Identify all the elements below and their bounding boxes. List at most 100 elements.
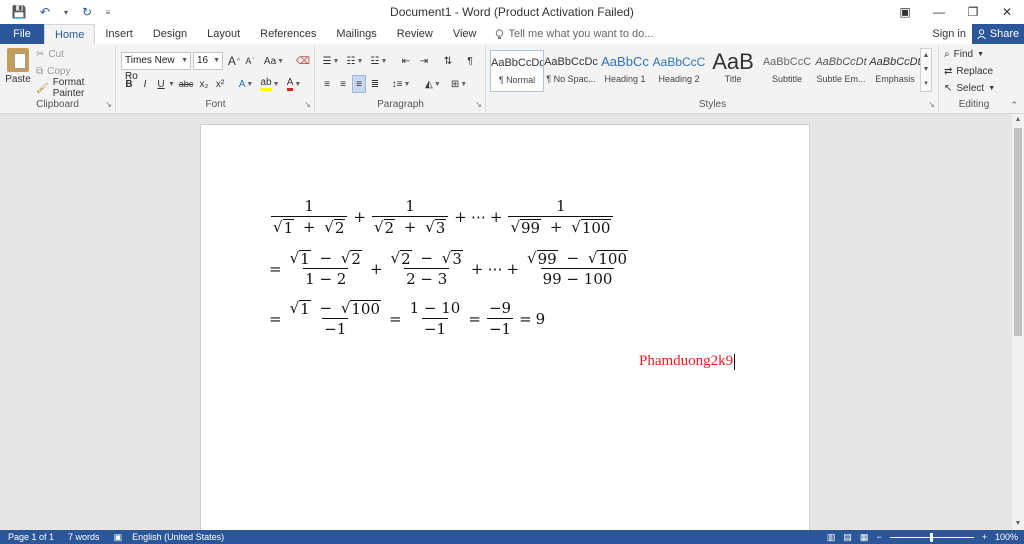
zoom-slider-thumb[interactable] — [930, 532, 934, 542]
web-layout-icon[interactable]: ▦ — [860, 532, 869, 543]
grow-font-button[interactable]: A ^ — [227, 52, 241, 70]
zoom-slider[interactable] — [889, 532, 974, 542]
styles-scroll[interactable]: ▲ ▼ ▾ — [920, 48, 932, 92]
font-size-box[interactable]: 16 ▼ — [193, 52, 223, 70]
font-color-button[interactable]: A ▼ — [283, 75, 305, 93]
down-caret-icon: ˇ — [252, 57, 255, 65]
minimize-icon[interactable]: — — [922, 0, 956, 24]
tell-me-box[interactable]: Tell me what you want to do... — [495, 24, 653, 44]
tab-insert[interactable]: Insert — [95, 24, 143, 44]
decrease-indent-icon[interactable]: ⇤ — [398, 52, 414, 70]
tab-design[interactable]: Design — [143, 24, 197, 44]
tab-layout[interactable]: Layout — [197, 24, 250, 44]
clipboard-icon — [7, 48, 29, 72]
tab-references[interactable]: References — [250, 24, 326, 44]
redo-icon[interactable]: ↻ — [76, 1, 98, 23]
style-heading-1[interactable]: AaBbCc Heading 1 — [598, 50, 652, 92]
font-name-box[interactable]: Times New Ro ▼ — [121, 52, 191, 82]
style-name: Subtitle — [771, 74, 803, 84]
shading-button[interactable]: ◭ ▼ — [422, 75, 444, 93]
undo-dropdown-icon[interactable]: ▾ — [60, 8, 72, 17]
more-styles-icon[interactable]: ▾ — [921, 77, 931, 91]
align-right-icon[interactable]: ≡ — [352, 75, 366, 93]
styles-launcher-icon[interactable]: ↘ — [928, 100, 935, 109]
align-center-icon[interactable]: ≡ — [336, 75, 350, 93]
shrink-font-button[interactable]: Aˇ — [243, 52, 257, 70]
style-title[interactable]: AaB Title — [706, 50, 760, 92]
language-status[interactable]: English (United States) — [132, 532, 224, 542]
style-subtitle[interactable]: AaBbCcC Subtitle — [760, 50, 814, 92]
undo-icon[interactable]: ↶ — [34, 1, 56, 23]
justify-icon[interactable]: ≣ — [368, 75, 382, 93]
scroll-down-icon[interactable]: ▼ — [1012, 518, 1024, 530]
tab-view[interactable]: View — [443, 24, 487, 44]
collapse-ribbon-icon[interactable]: ⌃ — [1010, 100, 1018, 111]
restore-icon[interactable]: ❐ — [956, 0, 990, 24]
cut-button[interactable]: ✂ Cut — [36, 46, 64, 62]
numbering-button[interactable]: ☷ ▼ — [344, 52, 366, 70]
document-page[interactable]: 1 √ 1 + √ 2 + 1 √ 2 + √ 3 + ⋯ + 1 √ 99 +… — [200, 124, 810, 544]
chevron-down-icon[interactable]: ▼ — [921, 63, 931, 77]
tab-review[interactable]: Review — [387, 24, 443, 44]
change-case-button[interactable]: Aa ▼ — [263, 52, 285, 70]
format-painter-button[interactable]: 🖌 Format Painter — [36, 77, 115, 99]
underline-dropdown-icon[interactable]: ▼ — [167, 75, 175, 93]
scrollbar-thumb[interactable] — [1014, 128, 1022, 336]
style-heading-2[interactable]: AaBbCcC Heading 2 — [652, 50, 706, 92]
text-effects-button[interactable]: A ▼ — [235, 75, 257, 93]
subscript-button[interactable]: x₂ — [197, 75, 211, 93]
tab-file[interactable]: File — [0, 24, 44, 44]
paragraph-launcher-icon[interactable]: ↘ — [475, 100, 482, 109]
sign-in-link[interactable]: Sign in — [932, 24, 966, 44]
tab-home[interactable]: Home — [44, 24, 96, 44]
strikethrough-button[interactable]: abc — [177, 75, 195, 93]
ribbon-display-options-icon[interactable]: ▣ — [888, 0, 922, 24]
ribbon-tabs: File Home Insert Design Layout Reference… — [0, 24, 1024, 44]
bullets-button[interactable]: ☰ ▼ — [320, 52, 342, 70]
line-spacing-button[interactable]: ↕≡ ▼ — [390, 75, 412, 93]
underline-button[interactable]: U — [155, 75, 167, 93]
select-button[interactable]: ↖ Select ▼ — [944, 80, 995, 97]
scroll-up-icon[interactable]: ▲ — [1012, 114, 1024, 126]
align-left-icon[interactable]: ≡ — [320, 75, 334, 93]
numerator: √ 1 − √ 2 — [289, 249, 362, 268]
clipboard-launcher-icon[interactable]: ↘ — [105, 100, 112, 109]
bold-button[interactable]: B — [123, 75, 135, 93]
word-count[interactable]: 7 words — [68, 532, 100, 542]
page-count[interactable]: Page 1 of 1 — [8, 532, 54, 542]
proofing-icon[interactable]: ▣ — [114, 532, 123, 543]
zoom-level[interactable]: 100% — [995, 532, 1018, 542]
highlight-color-button[interactable]: ab ▼ — [259, 75, 281, 93]
show-hide-button[interactable]: ¶ — [462, 52, 478, 70]
zoom-in-icon[interactable]: + — [982, 532, 987, 542]
read-mode-icon[interactable]: ▥ — [827, 532, 836, 543]
style-no-spacing[interactable]: AaBbCcDc ¶ No Spac... — [544, 50, 598, 92]
paste-button[interactable]: Paste — [4, 48, 32, 85]
close-icon[interactable]: ✕ — [990, 0, 1024, 24]
replace-button[interactable]: ⇄ Replace — [944, 63, 993, 80]
italic-button[interactable]: I — [139, 75, 151, 93]
multilevel-list-button[interactable]: ☳ ▼ — [368, 52, 390, 70]
sort-icon[interactable]: ⇅ — [440, 52, 456, 70]
print-layout-icon[interactable]: ▤ — [843, 532, 852, 543]
chevron-up-icon[interactable]: ▲ — [921, 49, 931, 63]
style-sample: AaBbCcC — [652, 55, 706, 69]
customize-qat-icon[interactable]: ≡ — [102, 8, 114, 17]
clear-formatting-icon[interactable]: ⌫ — [295, 52, 311, 70]
zoom-out-icon[interactable]: − — [876, 532, 881, 542]
document-area: 1 √ 1 + √ 2 + 1 √ 2 + √ 3 + ⋯ + 1 √ 99 +… — [0, 114, 1012, 544]
style-subtle-emphasis[interactable]: AaBbCcDt Subtle Em... — [814, 50, 868, 92]
style-normal[interactable]: AaBbCcDc ¶ Normal — [490, 50, 544, 92]
denominator: 99 − 100 — [540, 268, 615, 288]
style-name: ¶ Normal — [498, 75, 536, 85]
increase-indent-icon[interactable]: ⇥ — [416, 52, 432, 70]
borders-button[interactable]: ⊞ ▼ — [448, 75, 470, 93]
tab-mailings[interactable]: Mailings — [326, 24, 386, 44]
font-launcher-icon[interactable]: ↘ — [304, 100, 311, 109]
find-button[interactable]: ⌕ Find ▼ — [944, 46, 984, 63]
superscript-button[interactable]: x² — [213, 75, 227, 93]
save-icon[interactable]: 💾 — [8, 1, 30, 23]
vertical-scrollbar[interactable]: ▲ ▼ — [1012, 114, 1024, 530]
style-emphasis[interactable]: AaBbCcDt Emphasis — [868, 50, 922, 92]
share-button[interactable]: Share — [972, 24, 1024, 44]
